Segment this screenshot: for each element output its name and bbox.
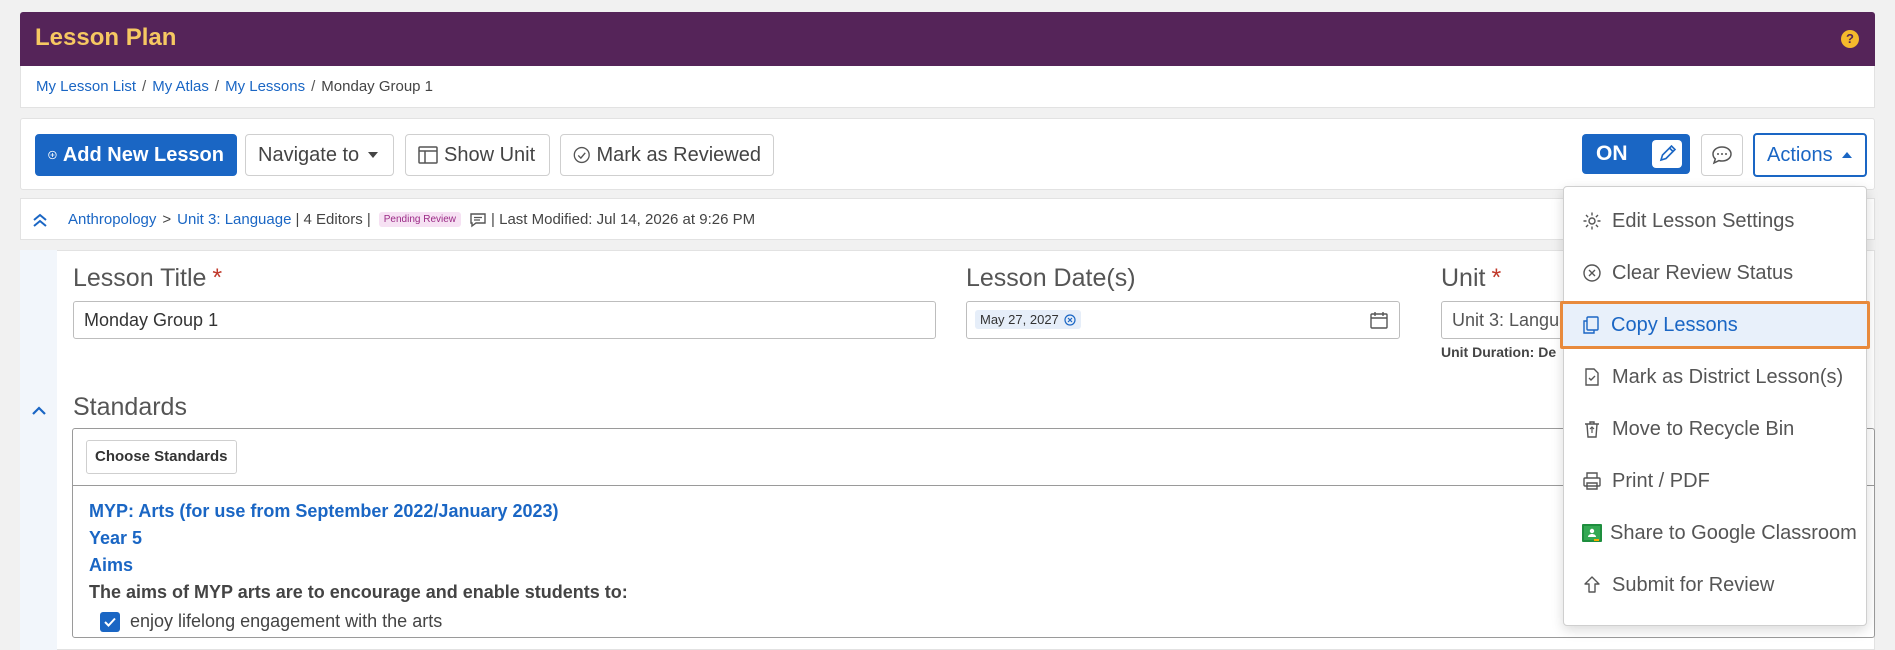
navigate-to-label: Navigate to <box>258 143 360 166</box>
lesson-title-label-text: Lesson Title <box>73 264 207 292</box>
file-check-icon <box>1585 368 1599 386</box>
page-title: Lesson Plan <box>35 24 177 51</box>
check-circle-icon <box>573 146 590 164</box>
check-icon <box>104 617 116 627</box>
breadcrumb-separator: / <box>311 78 316 95</box>
recycle-bin-icon <box>1585 421 1599 438</box>
menu-item-label: Clear Review Status <box>1612 261 1794 284</box>
menu-item-label: Submit for Review <box>1612 573 1775 596</box>
calendar-icon[interactable] <box>1369 310 1389 330</box>
menu-item-label: Print / PDF <box>1612 469 1710 492</box>
edit-mode-toggle[interactable]: ON <box>1582 134 1690 174</box>
menu-item-label: Move to Recycle Bin <box>1612 417 1795 440</box>
menu-item-edit-lesson-settings[interactable]: Edit Lesson Settings <box>1564 197 1866 245</box>
standard-framework[interactable]: MYP: Arts (for use from September 2022/J… <box>89 501 559 522</box>
add-new-lesson-button[interactable]: Add New Lesson <box>35 134 237 176</box>
lesson-title-input[interactable]: Monday Group 1 <box>73 301 936 339</box>
layout-icon <box>418 146 438 164</box>
toggle-on-label: ON <box>1596 142 1628 165</box>
date-chip-label: May 27, 2027 <box>980 312 1059 327</box>
menu-item-clear-review-status[interactable]: Clear Review Status <box>1564 249 1866 297</box>
show-unit-label: Show Unit <box>444 143 536 166</box>
menu-item-label: Copy Lessons <box>1611 313 1738 336</box>
caret-down-icon <box>368 152 379 158</box>
standard-year[interactable]: Year 5 <box>89 528 142 549</box>
standard-item-label: enjoy lifelong engagement with the arts <box>130 611 443 631</box>
printer-icon <box>1583 472 1601 490</box>
breadcrumb-my-atlas[interactable]: My Atlas <box>152 78 209 95</box>
x-circle-icon <box>1583 264 1601 282</box>
mark-as-reviewed-button[interactable]: Mark as Reviewed <box>560 134 774 176</box>
lesson-dates-label: Lesson Date(s) <box>966 264 1136 292</box>
meta-arrow: > <box>162 211 172 228</box>
help-icon[interactable]: ? <box>1841 30 1859 48</box>
navigate-to-dropdown[interactable]: Navigate to <box>245 134 394 176</box>
checkbox-checked[interactable] <box>100 611 120 632</box>
actions-dropdown-button[interactable]: Actions <box>1753 133 1867 177</box>
lesson-date-picker[interactable]: May 27, 2027 <box>966 301 1400 339</box>
standards-heading: Standards <box>73 393 187 421</box>
menu-item-print-pdf[interactable]: Print / PDF <box>1564 457 1866 505</box>
meta-info: Anthropology > Unit 3: Language | 4 Edit… <box>68 211 755 228</box>
unit-select[interactable]: Unit 3: Language <box>1441 301 1571 339</box>
required-marker: * <box>212 264 223 292</box>
mark-as-reviewed-label: Mark as Reviewed <box>596 143 761 166</box>
double-chevron-up-icon[interactable] <box>32 212 48 228</box>
lesson-title-label: Lesson Title * <box>73 264 222 293</box>
standard-intro: The aims of MYP arts are to encourage an… <box>89 582 628 602</box>
plus-circle-icon <box>48 150 57 160</box>
caret-up-icon <box>1841 152 1852 158</box>
menu-item-share-google-classroom[interactable]: Share to Google Classroom <box>1564 509 1866 557</box>
standard-section[interactable]: Aims <box>89 555 133 576</box>
show-unit-button[interactable]: Show Unit <box>405 134 550 176</box>
course-link[interactable]: Anthropology <box>68 211 156 228</box>
breadcrumb-current: Monday Group 1 <box>321 78 434 95</box>
menu-item-move-to-recycle-bin[interactable]: Move to Recycle Bin <box>1564 405 1866 453</box>
breadcrumb-bar: My Lesson List / My Atlas / My Lessons / Monda… <box>20 66 1875 108</box>
section-gutter <box>20 250 57 650</box>
menu-item-submit-for-review[interactable]: Submit for Review <box>1564 561 1866 609</box>
breadcrumb-my-lessons[interactable]: My Lessons <box>225 78 305 95</box>
menu-item-label: Share to Google Classroom <box>1610 521 1857 544</box>
actions-label: Actions <box>1767 143 1833 166</box>
pencil-icon <box>1652 140 1682 168</box>
menu-item-label: Edit Lesson Settings <box>1612 209 1795 232</box>
date-chip: May 27, 2027 <box>975 310 1081 329</box>
unit-link[interactable]: Unit 3: Language <box>177 211 291 228</box>
google-classroom-icon <box>1582 524 1602 542</box>
comment-icon <box>470 212 486 227</box>
copy-icon <box>1583 316 1599 334</box>
unit-label: Unit * <box>1441 264 1501 293</box>
breadcrumb-separator: / <box>214 78 220 95</box>
menu-item-label: Mark as District Lesson(s) <box>1612 365 1844 388</box>
comments-button[interactable] <box>1701 134 1743 176</box>
standard-item[interactable]: enjoy lifelong engagement with the arts <box>100 611 442 632</box>
comment-icon <box>1712 146 1732 165</box>
gear-icon <box>1583 212 1601 230</box>
choose-standards-button[interactable]: Choose Standards <box>86 440 237 474</box>
breadcrumb-separator: / <box>142 78 147 95</box>
remove-date-icon[interactable] <box>1064 313 1076 326</box>
chevron-up-icon[interactable] <box>31 405 47 417</box>
editors-count: | 4 Editors | <box>295 211 371 228</box>
required-marker: * <box>1491 264 1502 292</box>
menu-item-mark-district-lesson[interactable]: Mark as District Lesson(s) <box>1564 353 1866 401</box>
app-header: Lesson Plan ? <box>20 12 1875 66</box>
breadcrumb-my-lesson-list[interactable]: My Lesson List <box>36 78 136 95</box>
status-badge: Pending Review <box>378 212 462 227</box>
add-new-lesson-label: Add New Lesson <box>62 143 224 166</box>
unit-label-text: Unit <box>1441 264 1486 292</box>
last-modified: | Last Modified: Jul 14, 2026 at 9:26 PM <box>491 211 756 228</box>
arrow-up-icon <box>1584 576 1600 593</box>
menu-item-copy-lessons[interactable]: Copy Lessons <box>1560 301 1870 349</box>
breadcrumb: My Lesson List / My Atlas / My Lessons / Monda… <box>36 78 433 95</box>
unit-duration: Unit Duration: De <box>1441 344 1557 360</box>
actions-menu: Edit Lesson Settings Clear Review Status… <box>1560 186 1870 626</box>
